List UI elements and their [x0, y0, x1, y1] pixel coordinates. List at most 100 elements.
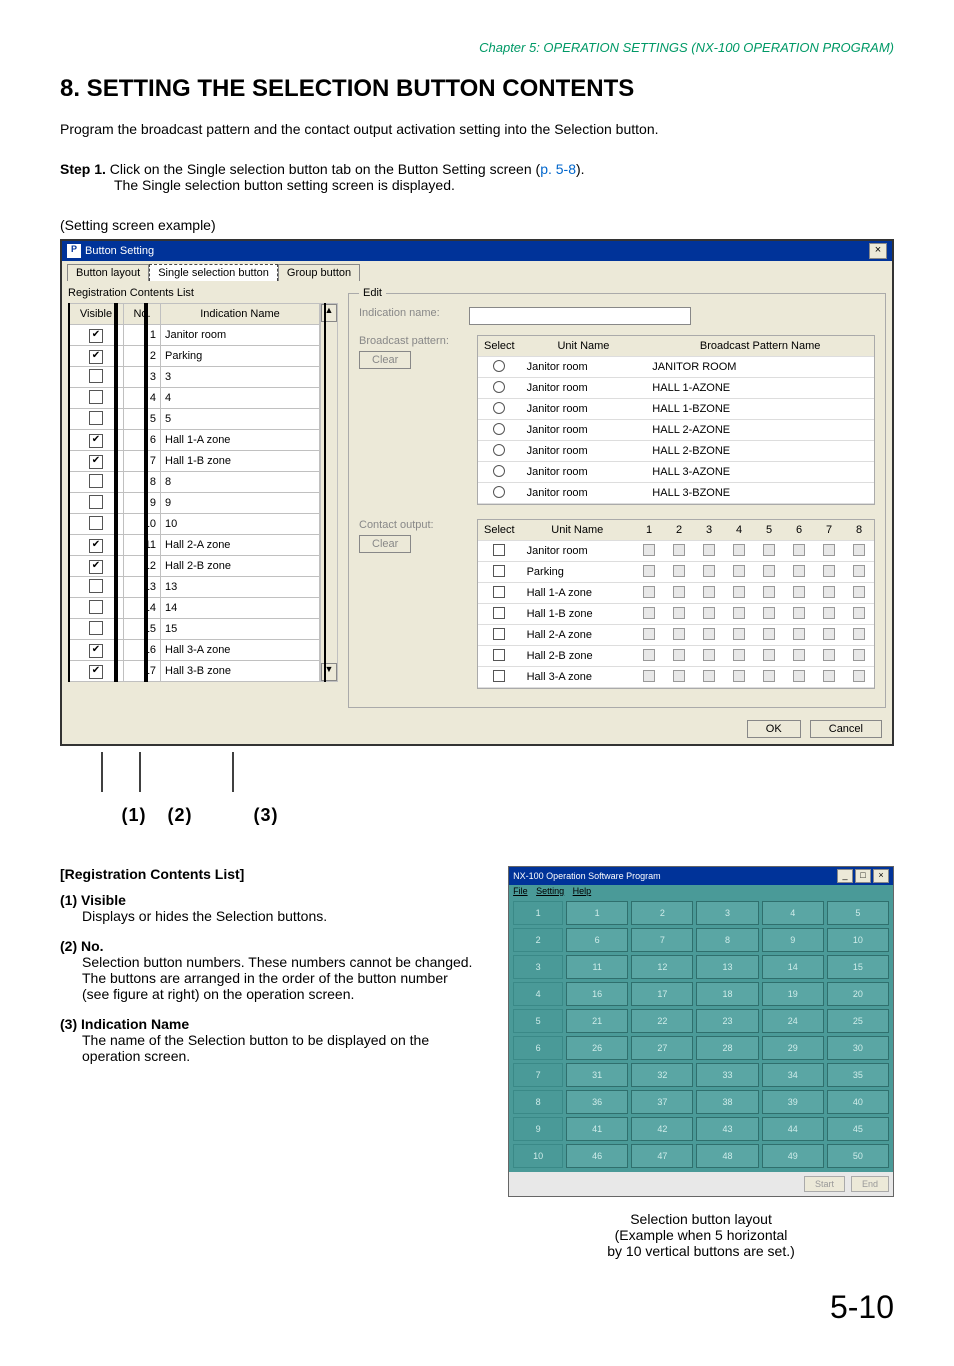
menu-help[interactable]: Help — [573, 886, 592, 896]
co-channel-checkbox[interactable] — [733, 544, 745, 556]
co-channel-checkbox[interactable] — [793, 565, 805, 577]
co-channel-checkbox[interactable] — [673, 628, 685, 640]
co-channel-checkbox[interactable] — [733, 607, 745, 619]
co-channel-checkbox[interactable] — [733, 649, 745, 661]
selection-button[interactable]: 14 — [762, 955, 824, 979]
selection-button[interactable]: 12 — [631, 955, 693, 979]
selection-button[interactable]: 50 — [827, 1144, 889, 1168]
selection-button[interactable]: 46 — [566, 1144, 628, 1168]
selection-button[interactable]: 42 — [631, 1117, 693, 1141]
co-channel-checkbox[interactable] — [853, 628, 865, 640]
menu-setting[interactable]: Setting — [536, 886, 564, 896]
co-channel-checkbox[interactable] — [733, 628, 745, 640]
co-channel-checkbox[interactable] — [703, 565, 715, 577]
clear-contact-button[interactable]: Clear — [359, 535, 411, 553]
co-channel-checkbox[interactable] — [763, 607, 775, 619]
co-select-checkbox[interactable] — [493, 670, 505, 682]
co-channel-checkbox[interactable] — [763, 670, 775, 682]
co-channel-checkbox[interactable] — [853, 670, 865, 682]
selection-button[interactable]: 26 — [566, 1036, 628, 1060]
selection-button[interactable]: 40 — [827, 1090, 889, 1114]
selection-button[interactable]: 2 — [631, 901, 693, 925]
co-channel-checkbox[interactable] — [643, 565, 655, 577]
tab-group-button[interactable]: Group button — [278, 264, 360, 281]
selection-button[interactable]: 23 — [696, 1009, 758, 1033]
selection-button[interactable]: 21 — [566, 1009, 628, 1033]
selection-button[interactable]: 5 — [827, 901, 889, 925]
indication-name-input[interactable] — [469, 307, 691, 325]
co-select-checkbox[interactable] — [493, 607, 505, 619]
co-channel-checkbox[interactable] — [703, 544, 715, 556]
selection-button[interactable]: 1 — [566, 901, 628, 925]
selection-button[interactable]: 30 — [827, 1036, 889, 1060]
co-channel-checkbox[interactable] — [763, 586, 775, 598]
selection-button[interactable]: 37 — [631, 1090, 693, 1114]
co-select-checkbox[interactable] — [493, 649, 505, 661]
co-channel-checkbox[interactable] — [823, 586, 835, 598]
selection-button[interactable]: 33 — [696, 1063, 758, 1087]
selection-button[interactable]: 24 — [762, 1009, 824, 1033]
close-icon[interactable]: × — [869, 243, 887, 259]
co-channel-checkbox[interactable] — [853, 607, 865, 619]
radio-select[interactable] — [493, 402, 505, 414]
co-channel-checkbox[interactable] — [703, 670, 715, 682]
co-channel-checkbox[interactable] — [733, 565, 745, 577]
co-channel-checkbox[interactable] — [673, 544, 685, 556]
co-channel-checkbox[interactable] — [643, 586, 655, 598]
ok-button[interactable]: OK — [747, 720, 801, 738]
co-channel-checkbox[interactable] — [703, 649, 715, 661]
co-select-checkbox[interactable] — [493, 565, 505, 577]
selection-button[interactable]: 35 — [827, 1063, 889, 1087]
co-channel-checkbox[interactable] — [823, 649, 835, 661]
co-channel-checkbox[interactable] — [643, 649, 655, 661]
selection-button[interactable]: 6 — [566, 928, 628, 952]
selection-button[interactable]: 11 — [566, 955, 628, 979]
selection-button[interactable]: 43 — [696, 1117, 758, 1141]
co-select-checkbox[interactable] — [493, 544, 505, 556]
selection-button[interactable]: 38 — [696, 1090, 758, 1114]
co-channel-checkbox[interactable] — [763, 628, 775, 640]
co-channel-checkbox[interactable] — [643, 670, 655, 682]
minimize-icon[interactable]: _ — [837, 869, 853, 883]
selection-button[interactable]: 31 — [566, 1063, 628, 1087]
co-channel-checkbox[interactable] — [823, 670, 835, 682]
co-channel-checkbox[interactable] — [673, 565, 685, 577]
selection-button[interactable]: 44 — [762, 1117, 824, 1141]
selection-button[interactable]: 32 — [631, 1063, 693, 1087]
radio-select[interactable] — [493, 381, 505, 393]
maximize-icon[interactable]: □ — [855, 869, 871, 883]
selection-button[interactable]: 17 — [631, 982, 693, 1006]
co-channel-checkbox[interactable] — [673, 607, 685, 619]
co-channel-checkbox[interactable] — [793, 607, 805, 619]
selection-button[interactable]: 9 — [762, 928, 824, 952]
selection-button[interactable]: 28 — [696, 1036, 758, 1060]
co-channel-checkbox[interactable] — [793, 544, 805, 556]
selection-button[interactable]: 15 — [827, 955, 889, 979]
co-channel-checkbox[interactable] — [853, 565, 865, 577]
co-channel-checkbox[interactable] — [823, 565, 835, 577]
co-channel-checkbox[interactable] — [703, 628, 715, 640]
radio-select[interactable] — [493, 360, 505, 372]
selection-button[interactable]: 19 — [762, 982, 824, 1006]
co-channel-checkbox[interactable] — [673, 670, 685, 682]
co-channel-checkbox[interactable] — [643, 628, 655, 640]
co-select-checkbox[interactable] — [493, 586, 505, 598]
radio-select[interactable] — [493, 444, 505, 456]
co-channel-checkbox[interactable] — [853, 586, 865, 598]
selection-button[interactable]: 27 — [631, 1036, 693, 1060]
co-channel-checkbox[interactable] — [823, 628, 835, 640]
clear-broadcast-button[interactable]: Clear — [359, 351, 411, 369]
selection-button[interactable]: 3 — [696, 901, 758, 925]
co-channel-checkbox[interactable] — [703, 607, 715, 619]
selection-button[interactable]: 25 — [827, 1009, 889, 1033]
co-channel-checkbox[interactable] — [643, 607, 655, 619]
co-channel-checkbox[interactable] — [793, 628, 805, 640]
radio-select[interactable] — [493, 465, 505, 477]
end-button[interactable]: End — [851, 1176, 889, 1192]
radio-select[interactable] — [493, 486, 505, 498]
page-link[interactable]: p. 5-8 — [540, 161, 576, 177]
selection-button[interactable]: 10 — [827, 928, 889, 952]
selection-button[interactable]: 47 — [631, 1144, 693, 1168]
start-button[interactable]: Start — [804, 1176, 845, 1192]
co-channel-checkbox[interactable] — [643, 544, 655, 556]
